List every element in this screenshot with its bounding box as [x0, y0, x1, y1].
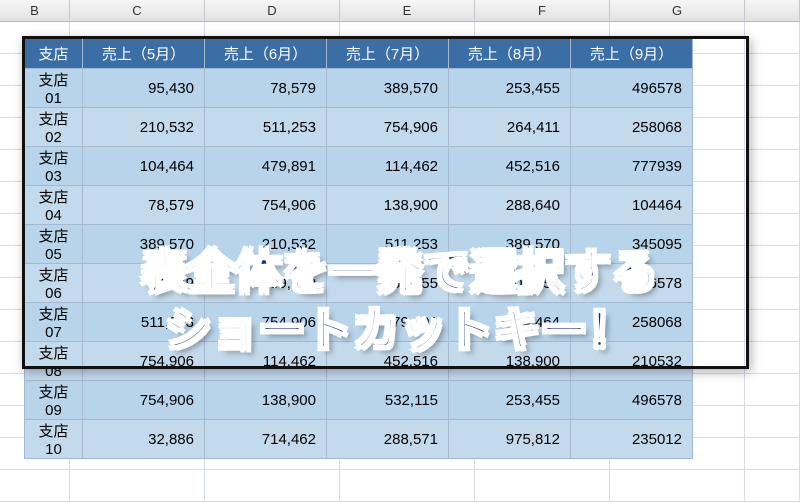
value-cell[interactable]: 496578 [571, 264, 693, 303]
header-jul[interactable]: 売上（7月） [327, 39, 449, 69]
table-row: 支店08754,906114,462452,516138,900210532 [25, 342, 693, 381]
col-header-E[interactable]: E [340, 0, 475, 21]
table-header-row: 支店 売上（5月） 売上（6月） 売上（7月） 売上（8月） 売上（9月） [25, 39, 693, 69]
branch-name-cell[interactable]: 支店01 [25, 69, 83, 108]
data-table-region[interactable]: 支店 売上（5月） 売上（6月） 売上（7月） 売上（8月） 売上（9月） 支店… [24, 38, 693, 459]
value-cell[interactable]: 210,532 [205, 225, 327, 264]
branch-name-cell[interactable]: 支店06 [25, 264, 83, 303]
value-cell[interactable]: 389,570 [449, 225, 571, 264]
value-cell[interactable]: 258068 [571, 303, 693, 342]
branch-name-cell[interactable]: 支店02 [25, 108, 83, 147]
value-cell[interactable]: 452,516 [327, 342, 449, 381]
value-cell[interactable]: 138,900 [449, 342, 571, 381]
value-cell[interactable]: 210,532 [83, 108, 205, 147]
value-cell[interactable]: 210532 [571, 342, 693, 381]
value-cell[interactable]: 114,462 [327, 147, 449, 186]
value-cell[interactable]: 258068 [571, 108, 693, 147]
header-may[interactable]: 売上（5月） [83, 39, 205, 69]
value-cell[interactable]: 452,516 [449, 147, 571, 186]
table-row: 支店0678,579389,570253,455609,557496578 [25, 264, 693, 303]
branch-name-cell[interactable]: 支店04 [25, 186, 83, 225]
branch-name-cell[interactable]: 支店09 [25, 381, 83, 420]
value-cell[interactable]: 95,430 [83, 69, 205, 108]
table-row: 支店05389,570210,532511,253389,570345095 [25, 225, 693, 264]
header-sep[interactable]: 売上（9月） [571, 39, 693, 69]
value-cell[interactable]: 389,570 [83, 225, 205, 264]
value-cell[interactable]: 235012 [571, 420, 693, 459]
col-header-C[interactable]: C [70, 0, 205, 21]
value-cell[interactable]: 78,579 [83, 264, 205, 303]
value-cell[interactable]: 754,906 [327, 108, 449, 147]
header-aug[interactable]: 売上（8月） [449, 39, 571, 69]
value-cell[interactable]: 288,571 [327, 420, 449, 459]
value-cell[interactable]: 138,900 [205, 381, 327, 420]
table-row: 支店1032,886714,462288,571975,812235012 [25, 420, 693, 459]
value-cell[interactable]: 754,906 [83, 381, 205, 420]
table-row: 支店03104,464479,891114,462452,516777939 [25, 147, 693, 186]
col-header-G[interactable]: G [610, 0, 745, 21]
table-row: 支店09754,906138,900532,115253,455496578 [25, 381, 693, 420]
col-header-B[interactable]: B [0, 0, 70, 21]
value-cell[interactable]: 511,253 [327, 225, 449, 264]
value-cell[interactable]: 479,891 [205, 147, 327, 186]
value-cell[interactable]: 32,886 [83, 420, 205, 459]
value-cell[interactable]: 78,579 [205, 69, 327, 108]
branch-name-cell[interactable]: 支店10 [25, 420, 83, 459]
value-cell[interactable]: 78,579 [83, 186, 205, 225]
table-body: 支店0195,43078,579389,570253,455496578支店02… [25, 69, 693, 459]
value-cell[interactable]: 754,906 [205, 303, 327, 342]
value-cell[interactable]: 532,115 [327, 381, 449, 420]
branch-name-cell[interactable]: 支店07 [25, 303, 83, 342]
table-row: 支店0478,579754,906138,900288,640104464 [25, 186, 693, 225]
value-cell[interactable]: 253,455 [327, 264, 449, 303]
column-header-row: B C D E F G [0, 0, 800, 22]
col-header-F[interactable]: F [475, 0, 610, 21]
value-cell[interactable]: 253,455 [449, 381, 571, 420]
table-row: 支店02210,532511,253754,906264,411258068 [25, 108, 693, 147]
header-branch[interactable]: 支店 [25, 39, 83, 69]
branch-name-cell[interactable]: 支店08 [25, 342, 83, 381]
header-jun[interactable]: 売上（6月） [205, 39, 327, 69]
value-cell[interactable]: 264,411 [449, 108, 571, 147]
value-cell[interactable]: 496578 [571, 381, 693, 420]
value-cell[interactable]: 389,570 [327, 69, 449, 108]
value-cell[interactable]: 345095 [571, 225, 693, 264]
value-cell[interactable]: 253,455 [449, 69, 571, 108]
branch-name-cell[interactable]: 支店05 [25, 225, 83, 264]
value-cell[interactable]: 114,462 [205, 342, 327, 381]
value-cell[interactable]: 138,900 [327, 186, 449, 225]
value-cell[interactable]: 714,462 [205, 420, 327, 459]
branch-name-cell[interactable]: 支店03 [25, 147, 83, 186]
value-cell[interactable]: 104,464 [449, 303, 571, 342]
value-cell[interactable]: 389,570 [205, 264, 327, 303]
spreadsheet-area: B C D E F G 支店 売上（5月） 売上（6月） [0, 0, 800, 22]
value-cell[interactable]: 511,253 [83, 303, 205, 342]
value-cell[interactable]: 479,891 [327, 303, 449, 342]
value-cell[interactable]: 754,906 [205, 186, 327, 225]
value-cell[interactable]: 754,906 [83, 342, 205, 381]
value-cell[interactable]: 104,464 [83, 147, 205, 186]
value-cell[interactable]: 104464 [571, 186, 693, 225]
table-row: 支店0195,43078,579389,570253,455496578 [25, 69, 693, 108]
col-header-D[interactable]: D [205, 0, 340, 21]
value-cell[interactable]: 777939 [571, 147, 693, 186]
value-cell[interactable]: 496578 [571, 69, 693, 108]
value-cell[interactable]: 609,557 [449, 264, 571, 303]
col-header-next[interactable] [745, 0, 800, 21]
value-cell[interactable]: 511,253 [205, 108, 327, 147]
value-cell[interactable]: 975,812 [449, 420, 571, 459]
value-cell[interactable]: 288,640 [449, 186, 571, 225]
data-table[interactable]: 支店 売上（5月） 売上（6月） 売上（7月） 売上（8月） 売上（9月） 支店… [24, 38, 693, 459]
table-row: 支店07511,253754,906479,891104,464258068 [25, 303, 693, 342]
